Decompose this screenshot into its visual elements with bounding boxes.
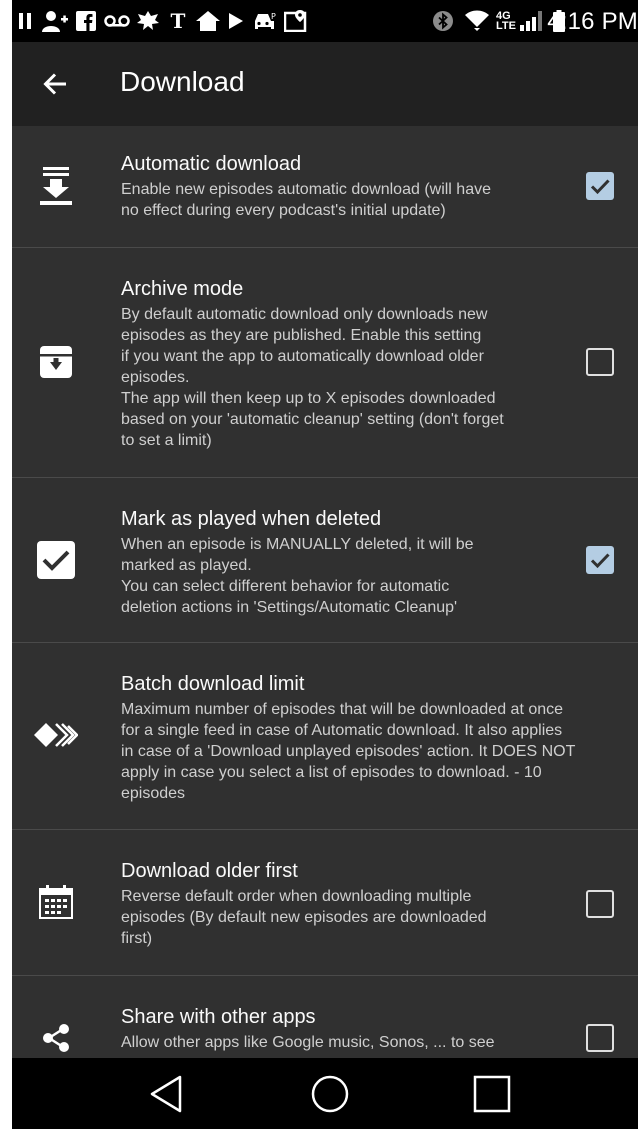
nav-home-button[interactable] <box>302 1068 358 1120</box>
summary-line: episodes <box>121 785 186 802</box>
setting-download-older-first[interactable]: Download older first Reverse default ord… <box>12 830 638 976</box>
setting-text: Share with other apps Allow other apps l… <box>121 1004 638 1053</box>
archive-icon <box>32 338 80 386</box>
setting-summary: Enable new episodes automatic download (… <box>121 179 638 221</box>
location-icon <box>284 9 308 33</box>
car-icon: P <box>252 9 278 33</box>
share-icon <box>32 1014 80 1058</box>
check-box-icon <box>32 536 80 584</box>
home-icon <box>196 9 220 33</box>
status-time: 4:16 PM <box>547 8 638 35</box>
archive-mode-checkbox[interactable] <box>586 348 614 376</box>
back-triangle-icon <box>150 1075 182 1113</box>
facebook-icon <box>76 9 96 33</box>
automatic-download-checkbox[interactable] <box>586 172 614 200</box>
download-icon <box>32 162 80 210</box>
summary-line: based on your 'automatic cleanup' settin… <box>121 411 504 428</box>
recents-square-icon <box>473 1075 511 1113</box>
play-store-icon <box>228 9 244 33</box>
status-bar: T P 4G LTE 4:16 PM <box>12 0 638 42</box>
bluetooth-icon <box>432 9 454 33</box>
summary-line: no effect during every podcast's initial… <box>121 202 446 219</box>
check-icon <box>590 179 610 195</box>
setting-archive-mode[interactable]: Archive mode By default automatic downlo… <box>12 248 638 478</box>
setting-mark-played-deleted[interactable]: Mark as played when deleted When an epis… <box>12 478 638 643</box>
batch-chevrons-icon <box>32 711 80 759</box>
summary-line: episodes as they are published. Enable t… <box>121 327 482 344</box>
setting-text: Archive mode By default automatic downlo… <box>121 276 638 451</box>
summary-line: When an episode is MANUALLY deleted, it … <box>121 536 474 553</box>
setting-batch-download-limit[interactable]: Batch download limit Maximum number of e… <box>12 643 638 830</box>
summary-line: Reverse default order when downloading m… <box>121 888 472 905</box>
pause-icon <box>18 9 32 33</box>
setting-title: Archive mode <box>121 278 244 300</box>
summary-line: Maximum number of episodes that will be … <box>121 701 564 718</box>
setting-text: Download older first Reverse default ord… <box>121 858 638 949</box>
setting-text: Automatic download Enable new episodes a… <box>121 151 638 221</box>
summary-line: The app will then keep up to X episodes … <box>121 390 496 407</box>
leaf-icon <box>136 9 160 33</box>
setting-title: Batch download limit <box>121 673 305 695</box>
setting-summary: By default automatic download only downl… <box>121 304 638 451</box>
summary-line: marked as played. <box>121 557 252 574</box>
share-other-apps-checkbox[interactable] <box>586 1024 614 1052</box>
summary-line: Allow other apps like Google music, Sono… <box>121 1034 495 1051</box>
summary-line: in case of a 'Download unplayed episodes… <box>121 743 576 760</box>
page-title: Download <box>120 66 245 97</box>
setting-automatic-download[interactable]: Automatic download Enable new episodes a… <box>12 126 638 248</box>
setting-summary: Allow other apps like Google music, Sono… <box>121 1032 638 1053</box>
summary-line: for a single feed in case of Automatic d… <box>121 722 563 739</box>
download-older-first-checkbox[interactable] <box>586 890 614 918</box>
summary-line: first) <box>121 930 153 947</box>
summary-line: episodes (By default new episodes are do… <box>121 909 487 926</box>
summary-line: By default automatic download only downl… <box>121 306 488 323</box>
summary-line: Enable new episodes automatic download (… <box>121 181 491 198</box>
setting-text: Batch download limit Maximum number of e… <box>121 671 638 804</box>
nytimes-icon: T <box>170 9 186 33</box>
back-button[interactable] <box>32 60 80 108</box>
setting-title: Share with other apps <box>121 1006 316 1028</box>
nav-recents-button[interactable] <box>464 1068 520 1120</box>
summary-line: episodes. <box>121 369 190 386</box>
svg-text:P: P <box>271 12 276 21</box>
setting-text: Mark as played when deleted When an epis… <box>121 506 638 618</box>
settings-list: Automatic download Enable new episodes a… <box>12 126 638 1058</box>
summary-line: if you want the app to automatically dow… <box>121 348 484 365</box>
setting-title: Download older first <box>121 860 298 882</box>
summary-line: deletion actions in 'Settings/Automatic … <box>121 599 458 616</box>
summary-line: You can select different behavior for au… <box>121 578 450 595</box>
setting-title: Mark as played when deleted <box>121 508 382 530</box>
voicemail-icon <box>104 9 130 33</box>
setting-summary: Maximum number of episodes that will be … <box>121 699 638 804</box>
summary-line: apply in case you select a list of episo… <box>121 764 542 781</box>
check-icon <box>590 553 610 569</box>
phone-screen: T P 4G LTE 4:16 PM Download Automatic do… <box>12 0 638 1129</box>
wifi-icon <box>464 9 490 33</box>
calendar-icon <box>32 878 80 926</box>
setting-summary: Reverse default order when downloading m… <box>121 886 638 949</box>
home-circle-icon <box>311 1075 349 1113</box>
signal-icon <box>520 9 546 33</box>
arrow-left-icon <box>43 73 66 95</box>
setting-share-other-apps[interactable]: Share with other apps Allow other apps l… <box>12 976 638 1058</box>
add-person-icon <box>42 9 68 33</box>
summary-line: to set a limit) <box>121 432 212 449</box>
setting-summary: When an episode is MANUALLY deleted, it … <box>121 534 638 618</box>
lte-icon: 4G LTE <box>496 10 516 32</box>
setting-title: Automatic download <box>121 153 302 175</box>
toolbar: Download <box>12 42 638 126</box>
mark-played-checkbox[interactable] <box>586 546 614 574</box>
navigation-bar <box>12 1058 638 1129</box>
nav-back-button[interactable] <box>138 1068 194 1120</box>
